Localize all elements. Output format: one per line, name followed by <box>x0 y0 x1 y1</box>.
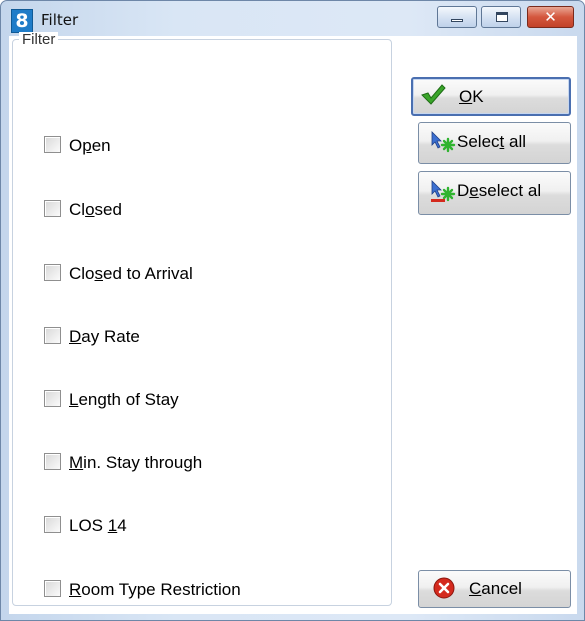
deselect-all-button-label: Deselect al <box>457 181 542 200</box>
checkbox-box[interactable] <box>44 453 61 470</box>
select-all-button-label: Select all <box>457 132 526 151</box>
deselect-all-icon <box>431 180 456 202</box>
select-all-button[interactable]: Select all <box>418 122 571 164</box>
checkbox-box[interactable] <box>44 327 61 344</box>
minimize-button[interactable] <box>437 6 477 28</box>
minimize-icon <box>451 19 463 22</box>
filter-groupbox: Filter Open Closed Closed to Arrival Day… <box>12 32 392 606</box>
checkbox-label: Min. Stay through <box>69 453 203 472</box>
checkbox-label: Room Type Restriction <box>69 580 241 599</box>
checkmark-icon <box>421 84 446 105</box>
checkbox-label: Closed <box>69 200 122 219</box>
checkbox-label: Closed to Arrival <box>69 264 193 283</box>
cancel-icon <box>433 577 455 599</box>
maximize-button[interactable] <box>481 6 521 28</box>
ok-button-label: OK <box>459 87 484 106</box>
checkbox-label: Length of Stay <box>69 390 179 409</box>
select-all-icon <box>431 131 456 153</box>
checkbox-label: Day Rate <box>69 327 140 346</box>
filter-dialog: 8 Filter ✕ Filter Open Closed Closed to … <box>0 0 585 621</box>
maximize-icon <box>496 12 508 22</box>
checkbox-box[interactable] <box>44 580 61 597</box>
deselect-all-button[interactable]: Deselect al <box>418 171 571 215</box>
checkbox-box[interactable] <box>44 264 61 281</box>
checkbox-box[interactable] <box>44 390 61 407</box>
groupbox-legend: Filter <box>19 32 59 48</box>
checkbox-label: Open <box>69 136 111 155</box>
checkbox-label: LOS 14 <box>69 516 127 535</box>
checkbox-box[interactable] <box>44 200 61 217</box>
checkbox-box[interactable] <box>44 136 61 153</box>
close-icon: ✕ <box>544 8 557 26</box>
checkbox-box[interactable] <box>44 516 61 533</box>
app-icon: 8 <box>11 9 33 33</box>
cancel-button[interactable]: Cancel <box>418 570 571 608</box>
ok-button[interactable]: OK <box>411 77 571 116</box>
cancel-button-label: Cancel <box>469 579 522 598</box>
close-button[interactable]: ✕ <box>527 6 574 28</box>
title-bar[interactable]: 8 Filter ✕ <box>1 1 584 35</box>
window-title: Filter <box>41 11 79 29</box>
